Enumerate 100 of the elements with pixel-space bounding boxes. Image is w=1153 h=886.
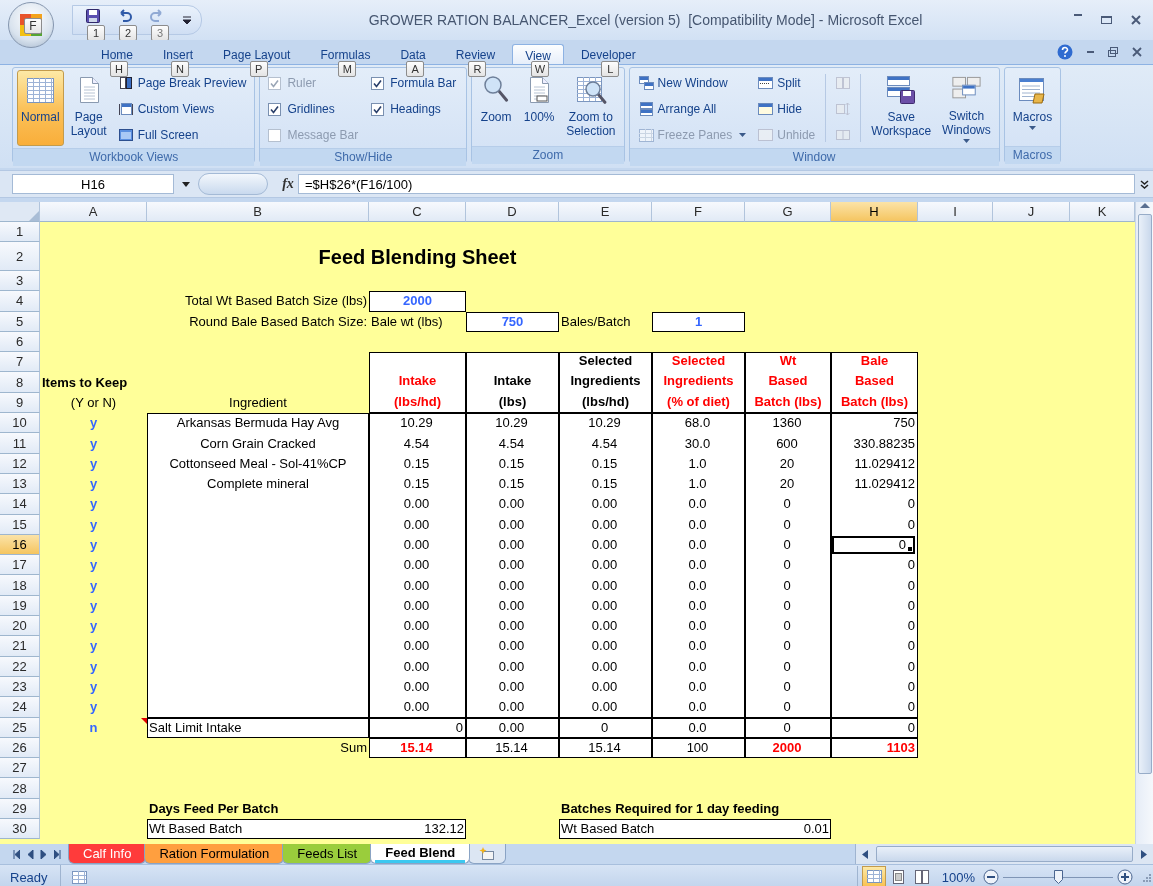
table-cell-text: 10.29 (399, 414, 434, 433)
column-header[interactable]: J (993, 202, 1070, 222)
ribbon-button[interactable]: Custom Views (113, 96, 251, 122)
row-header[interactable]: 19 (0, 595, 40, 617)
row-header[interactable]: 4 (0, 291, 40, 312)
checkbox[interactable] (268, 102, 282, 116)
row-header[interactable]: 8 (0, 372, 40, 393)
row-header[interactable]: 21 (0, 636, 40, 657)
vertical-scrollbar[interactable] (1135, 202, 1153, 844)
scroll-right-icon[interactable] (1141, 849, 1147, 859)
column-header[interactable]: G (745, 202, 831, 222)
row-header[interactable]: 12 (0, 453, 40, 474)
column-header[interactable]: K (1070, 202, 1135, 222)
table-cell-text: 1.0 (687, 454, 708, 473)
table-cell-text: 0.0 (687, 637, 708, 656)
row-header[interactable]: 7 (0, 352, 40, 373)
ribbon-tab[interactable]: Insert (150, 44, 207, 63)
normal-view-button[interactable] (861, 866, 886, 886)
ribbon-button[interactable]: New Window (633, 70, 751, 96)
checkbox-option[interactable]: Headings (367, 96, 463, 122)
ribbon-button[interactable]: Switch Windows (938, 70, 995, 146)
name-box[interactable]: H16 (12, 174, 174, 194)
ribbon-tab[interactable]: Review (442, 44, 509, 63)
first-sheet-button[interactable] (12, 849, 20, 859)
office-button[interactable]: F (8, 2, 54, 48)
ribbon-button[interactable]: Arrange All (633, 96, 751, 122)
column-header[interactable]: B (147, 202, 369, 222)
table-cell-text: 0 (906, 596, 915, 615)
scroll-up-icon[interactable] (1139, 202, 1150, 210)
table-cell-text: 0.00 (590, 678, 619, 697)
row-header[interactable]: 24 (0, 697, 40, 718)
row-header[interactable]: 28 (0, 778, 40, 799)
column-header[interactable]: H (831, 202, 918, 222)
zoom-slider[interactable] (1003, 869, 1113, 885)
table-cell-text: 0.0 (687, 698, 708, 717)
ribbon-button[interactable]: Normal (17, 70, 64, 146)
horizontal-scrollbar[interactable] (855, 844, 1153, 864)
scroll-left-icon[interactable] (862, 849, 868, 859)
checkbox[interactable] (371, 102, 385, 116)
column-header[interactable]: A (40, 202, 147, 222)
ribbon-tab[interactable]: Formulas (307, 44, 384, 63)
ribbon-button[interactable]: Save Workspace (867, 70, 936, 146)
customize-button[interactable] (183, 16, 191, 24)
checkbox[interactable] (371, 76, 385, 90)
row-header[interactable]: 1 (0, 222, 40, 242)
column-header[interactable]: E (559, 202, 652, 222)
row-header[interactable]: 5 (0, 311, 40, 332)
row-header[interactable]: 29 (0, 798, 40, 819)
ribbon-tab[interactable]: Data (387, 44, 439, 63)
row-header[interactable]: 30 (0, 819, 40, 840)
last-sheet-button[interactable] (54, 849, 62, 859)
ribbon-tab[interactable]: Page Layout (210, 44, 304, 63)
row-header[interactable]: 23 (0, 676, 40, 698)
checkbox-option[interactable]: Gridlines (264, 96, 365, 122)
column-header[interactable]: C (369, 202, 466, 222)
previous-sheet-button[interactable] (26, 849, 34, 859)
row-header[interactable]: 13 (0, 473, 40, 495)
ribbon-button[interactable]: Split (753, 70, 820, 96)
slider-thumb[interactable] (1054, 870, 1063, 884)
row-header[interactable]: 15 (0, 514, 40, 535)
ribbon-button[interactable]: Full Screen (113, 122, 251, 148)
zoom-out-button[interactable] (983, 869, 999, 885)
insert-sheet-button[interactable] (468, 844, 507, 864)
zoom-in-button[interactable] (1117, 869, 1133, 885)
row-header[interactable]: 18 (0, 575, 40, 596)
row-header[interactable]: 16 (0, 534, 40, 556)
column-header[interactable]: F (652, 202, 745, 222)
row-header[interactable]: 6 (0, 331, 40, 353)
ribbon-tab[interactable]: View (512, 44, 564, 64)
column-header[interactable]: D (466, 202, 559, 222)
next-sheet-button[interactable] (40, 849, 48, 859)
ribbon-tab[interactable]: Developer (567, 44, 649, 63)
column-header[interactable]: I (918, 202, 993, 222)
row-header[interactable]: 22 (0, 656, 40, 677)
resize-handle[interactable] (198, 173, 268, 195)
table-cell-text: 0 (906, 576, 915, 595)
ribbon-tab[interactable]: Home (88, 44, 146, 63)
insert-function-button[interactable]: fx (268, 176, 298, 192)
ribbon-button[interactable]: Page Layout (66, 70, 111, 146)
row-header[interactable]: 26 (0, 737, 40, 759)
row-header[interactable]: 11 (0, 433, 40, 454)
row-header[interactable]: 27 (0, 758, 40, 779)
sheet-tab[interactable]: Feeds List (282, 844, 373, 864)
sheet-tab[interactable]: Feed Blend (370, 844, 471, 864)
row-header[interactable]: 17 (0, 555, 40, 576)
row-header[interactable]: 14 (0, 494, 40, 515)
sheet-tab[interactable]: Ration Formulation (144, 844, 285, 864)
row-header[interactable]: 2 (0, 242, 40, 271)
row-header[interactable]: 3 (0, 271, 40, 292)
row-header[interactable]: 9 (0, 392, 40, 414)
row-header[interactable]: 10 (0, 413, 40, 434)
ribbon-button[interactable]: Macros (1008, 70, 1057, 146)
sheet-tab[interactable]: Calf Info (68, 844, 147, 864)
table-cell-text: 0.00 (402, 536, 431, 554)
ribbon-button[interactable]: Hide (753, 96, 820, 122)
table-cell-text: y (88, 475, 99, 494)
table-cell-text: 1.0 (687, 475, 708, 494)
row-header[interactable]: 20 (0, 616, 40, 637)
row-header[interactable]: 25 (0, 717, 40, 738)
formula-field[interactable]: =$H$26*(F16/100) (298, 174, 1135, 194)
